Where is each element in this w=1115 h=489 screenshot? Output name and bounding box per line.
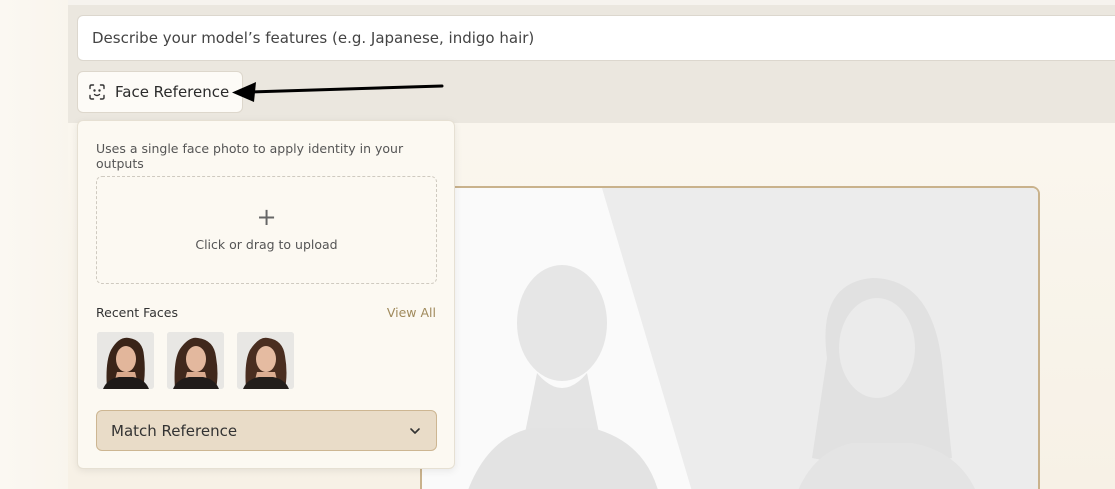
recent-faces-list: [97, 332, 294, 389]
preview-image: [422, 188, 1038, 489]
recent-face-thumbnail[interactable]: [167, 332, 224, 389]
upload-text: Click or drag to upload: [195, 236, 338, 252]
face-photo-2: [167, 332, 224, 389]
face-upload-dropzone[interactable]: + Click or drag to upload: [96, 176, 437, 284]
face-reference-popover: Uses a single face photo to apply identi…: [77, 120, 455, 469]
model-features-input[interactable]: [77, 15, 1115, 61]
recent-faces-label: Recent Faces: [96, 305, 178, 320]
annotation-arrow: [232, 82, 444, 102]
left-strip: [0, 0, 68, 489]
face-reference-label: Face Reference: [115, 83, 230, 101]
preview-image-frame: [420, 186, 1040, 489]
face-photo-3: [237, 332, 294, 389]
match-mode-select[interactable]: Match Reference: [96, 410, 437, 451]
face-scan-icon: [88, 83, 106, 101]
plus-icon: +: [256, 202, 277, 231]
recent-face-thumbnail[interactable]: [97, 332, 154, 389]
popover-description: Uses a single face photo to apply identi…: [96, 141, 404, 171]
view-all-link[interactable]: View All: [387, 305, 436, 320]
recent-face-thumbnail[interactable]: [237, 332, 294, 389]
face-photo-1: [97, 332, 154, 389]
match-mode-selected: Match Reference: [111, 421, 238, 440]
chevron-down-icon: [408, 424, 422, 438]
face-reference-button[interactable]: Face Reference: [77, 71, 243, 113]
